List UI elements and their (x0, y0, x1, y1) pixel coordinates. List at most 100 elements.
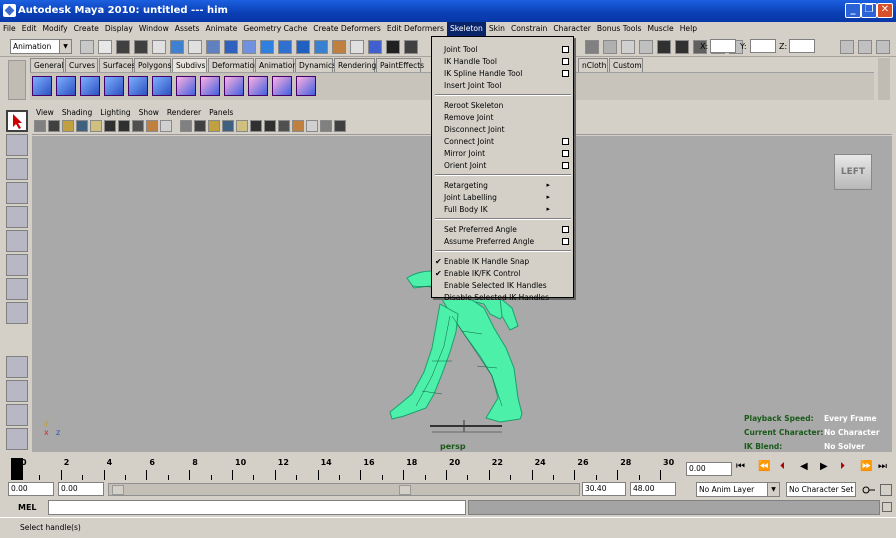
save-scene-icon[interactable] (134, 40, 148, 54)
universal-manip-icon[interactable] (6, 254, 28, 276)
move-tool-icon[interactable] (6, 182, 28, 204)
range-end-handle[interactable] (399, 485, 411, 495)
gate-mask-icon[interactable] (132, 120, 144, 132)
subdiv-cube-icon[interactable] (56, 76, 76, 96)
end-time-field[interactable]: 48.00 (630, 482, 676, 496)
attribute-editor-icon[interactable] (840, 40, 854, 54)
select-tool-icon[interactable] (6, 110, 28, 132)
menu-edit-deformers[interactable]: Edit Deformers (384, 22, 447, 36)
close-button[interactable]: ✕ (877, 3, 893, 18)
wireframe-icon[interactable] (194, 120, 206, 132)
menu-item-enable-selected-ik-handles[interactable]: Enable Selected IK Handles (444, 280, 572, 291)
shadows-icon[interactable] (264, 120, 276, 132)
menu-constrain[interactable]: Constrain (508, 22, 550, 36)
subdiv-attach-icon[interactable] (272, 76, 292, 96)
character-set-dropdown[interactable]: No Character Set (786, 482, 856, 497)
menu-geometry-cache[interactable]: Geometry Cache (240, 22, 310, 36)
restore-button[interactable]: ❐ (861, 3, 877, 18)
select-by-component-icon[interactable] (188, 40, 202, 54)
history-icon[interactable] (639, 40, 653, 54)
subdiv-sphere-icon[interactable] (32, 76, 52, 96)
option-box-icon[interactable] (562, 238, 569, 245)
menu-item-remove-joint[interactable]: Remove Joint (444, 112, 572, 123)
menu-bonus-tools[interactable]: Bonus Tools (594, 22, 645, 36)
menu-skeleton[interactable]: Skeleton (446, 22, 486, 36)
panel-menu-lighting[interactable]: Lighting (96, 107, 134, 119)
xray-icon[interactable] (292, 120, 304, 132)
step-forward-key-icon[interactable]: ⏵ (840, 461, 845, 472)
shelf-tab-ncloth[interactable]: nCloth (578, 58, 608, 72)
auto-key-icon[interactable] (862, 484, 876, 496)
scale-tool-icon[interactable] (6, 230, 28, 252)
subdiv-plane-icon[interactable] (128, 76, 148, 96)
menu-assets[interactable]: Assets (172, 22, 203, 36)
shelf-tab-general[interactable]: General (30, 58, 64, 72)
lock-selection-icon[interactable] (350, 40, 364, 54)
menu-item-mirror-joint[interactable]: Mirror Joint (444, 148, 572, 159)
panel-menu-panels[interactable]: Panels (205, 107, 237, 119)
select-camera-icon[interactable] (34, 120, 46, 132)
anim-layer-dropdown[interactable]: No Anim Layer ▼ (696, 482, 780, 497)
menu-skin[interactable]: Skin (486, 22, 508, 36)
safe-title-icon[interactable] (180, 120, 192, 132)
menu-item-joint-tool[interactable]: Joint Tool (444, 44, 572, 55)
select-misc-icon[interactable] (332, 40, 346, 54)
menu-item-enable-ik-fk-control[interactable]: Enable IK/FK Control ✔ (435, 268, 572, 279)
menu-item-orient-joint[interactable]: Orient Joint (444, 160, 572, 171)
menu-item-set-preferred-angle[interactable]: Set Preferred Angle (444, 224, 572, 235)
menu-item-joint-labelling[interactable]: Joint Labelling ▸ (444, 192, 572, 203)
lasso-tool-icon[interactable] (6, 134, 28, 156)
z-field[interactable] (789, 39, 815, 53)
range-bar[interactable] (108, 483, 580, 496)
select-deformations-icon[interactable] (278, 40, 292, 54)
panel-menu-shading[interactable]: Shading (58, 107, 96, 119)
menu-file[interactable]: File (0, 22, 19, 36)
menu-item-assume-preferred-angle[interactable]: Assume Preferred Angle (444, 236, 572, 247)
option-box-icon[interactable] (562, 70, 569, 77)
menu-edit[interactable]: Edit (19, 22, 40, 36)
start-time-field[interactable]: 0.00 (8, 482, 54, 496)
render-current-icon[interactable] (657, 40, 671, 54)
highlight-selection-icon[interactable] (368, 40, 382, 54)
play-forwards-icon[interactable]: ▶ (820, 461, 828, 472)
snap-curve-icon[interactable] (404, 40, 418, 54)
subdiv-torus-icon[interactable] (152, 76, 172, 96)
menu-modify[interactable]: Modify (39, 22, 70, 36)
grid-icon[interactable] (90, 120, 102, 132)
textured-icon[interactable] (236, 120, 248, 132)
mel-input[interactable] (48, 500, 466, 515)
smooth-shade-icon[interactable] (208, 120, 220, 132)
menu-item-disconnect-joint[interactable]: Disconnect Joint (444, 124, 572, 135)
layout-outliner-icon[interactable] (6, 428, 28, 450)
select-surfaces-icon[interactable] (260, 40, 274, 54)
tool-settings-icon[interactable] (858, 40, 872, 54)
snap-point-icon[interactable] (585, 40, 599, 54)
menu-character[interactable]: Character (550, 22, 594, 36)
shelf-tab-dynamics[interactable]: Dynamics (295, 58, 336, 72)
step-back-icon[interactable]: ⏪ (758, 461, 770, 472)
menu-item-reroot-skeleton[interactable]: Reroot Skeleton (444, 100, 572, 111)
option-box-icon[interactable] (562, 226, 569, 233)
select-by-hierarchy-icon[interactable] (152, 40, 166, 54)
high-quality-icon[interactable] (278, 120, 290, 132)
resolution-gate-icon[interactable] (118, 120, 130, 132)
snap-grid-icon[interactable] (386, 40, 400, 54)
camera-attributes-icon[interactable] (48, 120, 60, 132)
shelf-tab-curves[interactable]: Curves (65, 58, 98, 72)
panel-menu-show[interactable]: Show (135, 107, 163, 119)
use-all-lights-icon[interactable] (250, 120, 262, 132)
maya-app-icon[interactable] (3, 4, 16, 17)
select-rendering-icon[interactable] (314, 40, 328, 54)
step-back-key-icon[interactable]: ⏴ (780, 461, 785, 472)
go-to-end-icon[interactable]: ⏭ (878, 461, 887, 472)
option-box-icon[interactable] (562, 58, 569, 65)
option-box-icon[interactable] (562, 138, 569, 145)
shelf-tab-surfaces[interactable]: Surfaces (99, 58, 135, 72)
bookmark-icon[interactable] (62, 120, 74, 132)
subdiv-cone-icon[interactable] (104, 76, 124, 96)
menu-window[interactable]: Window (136, 22, 172, 36)
subdiv-proxy-mode-icon[interactable] (224, 76, 244, 96)
shelf-tab-deformation[interactable]: Deformation (208, 58, 259, 72)
animation-prefs-icon[interactable] (880, 484, 892, 496)
show-manip-tool-icon[interactable] (6, 302, 28, 324)
